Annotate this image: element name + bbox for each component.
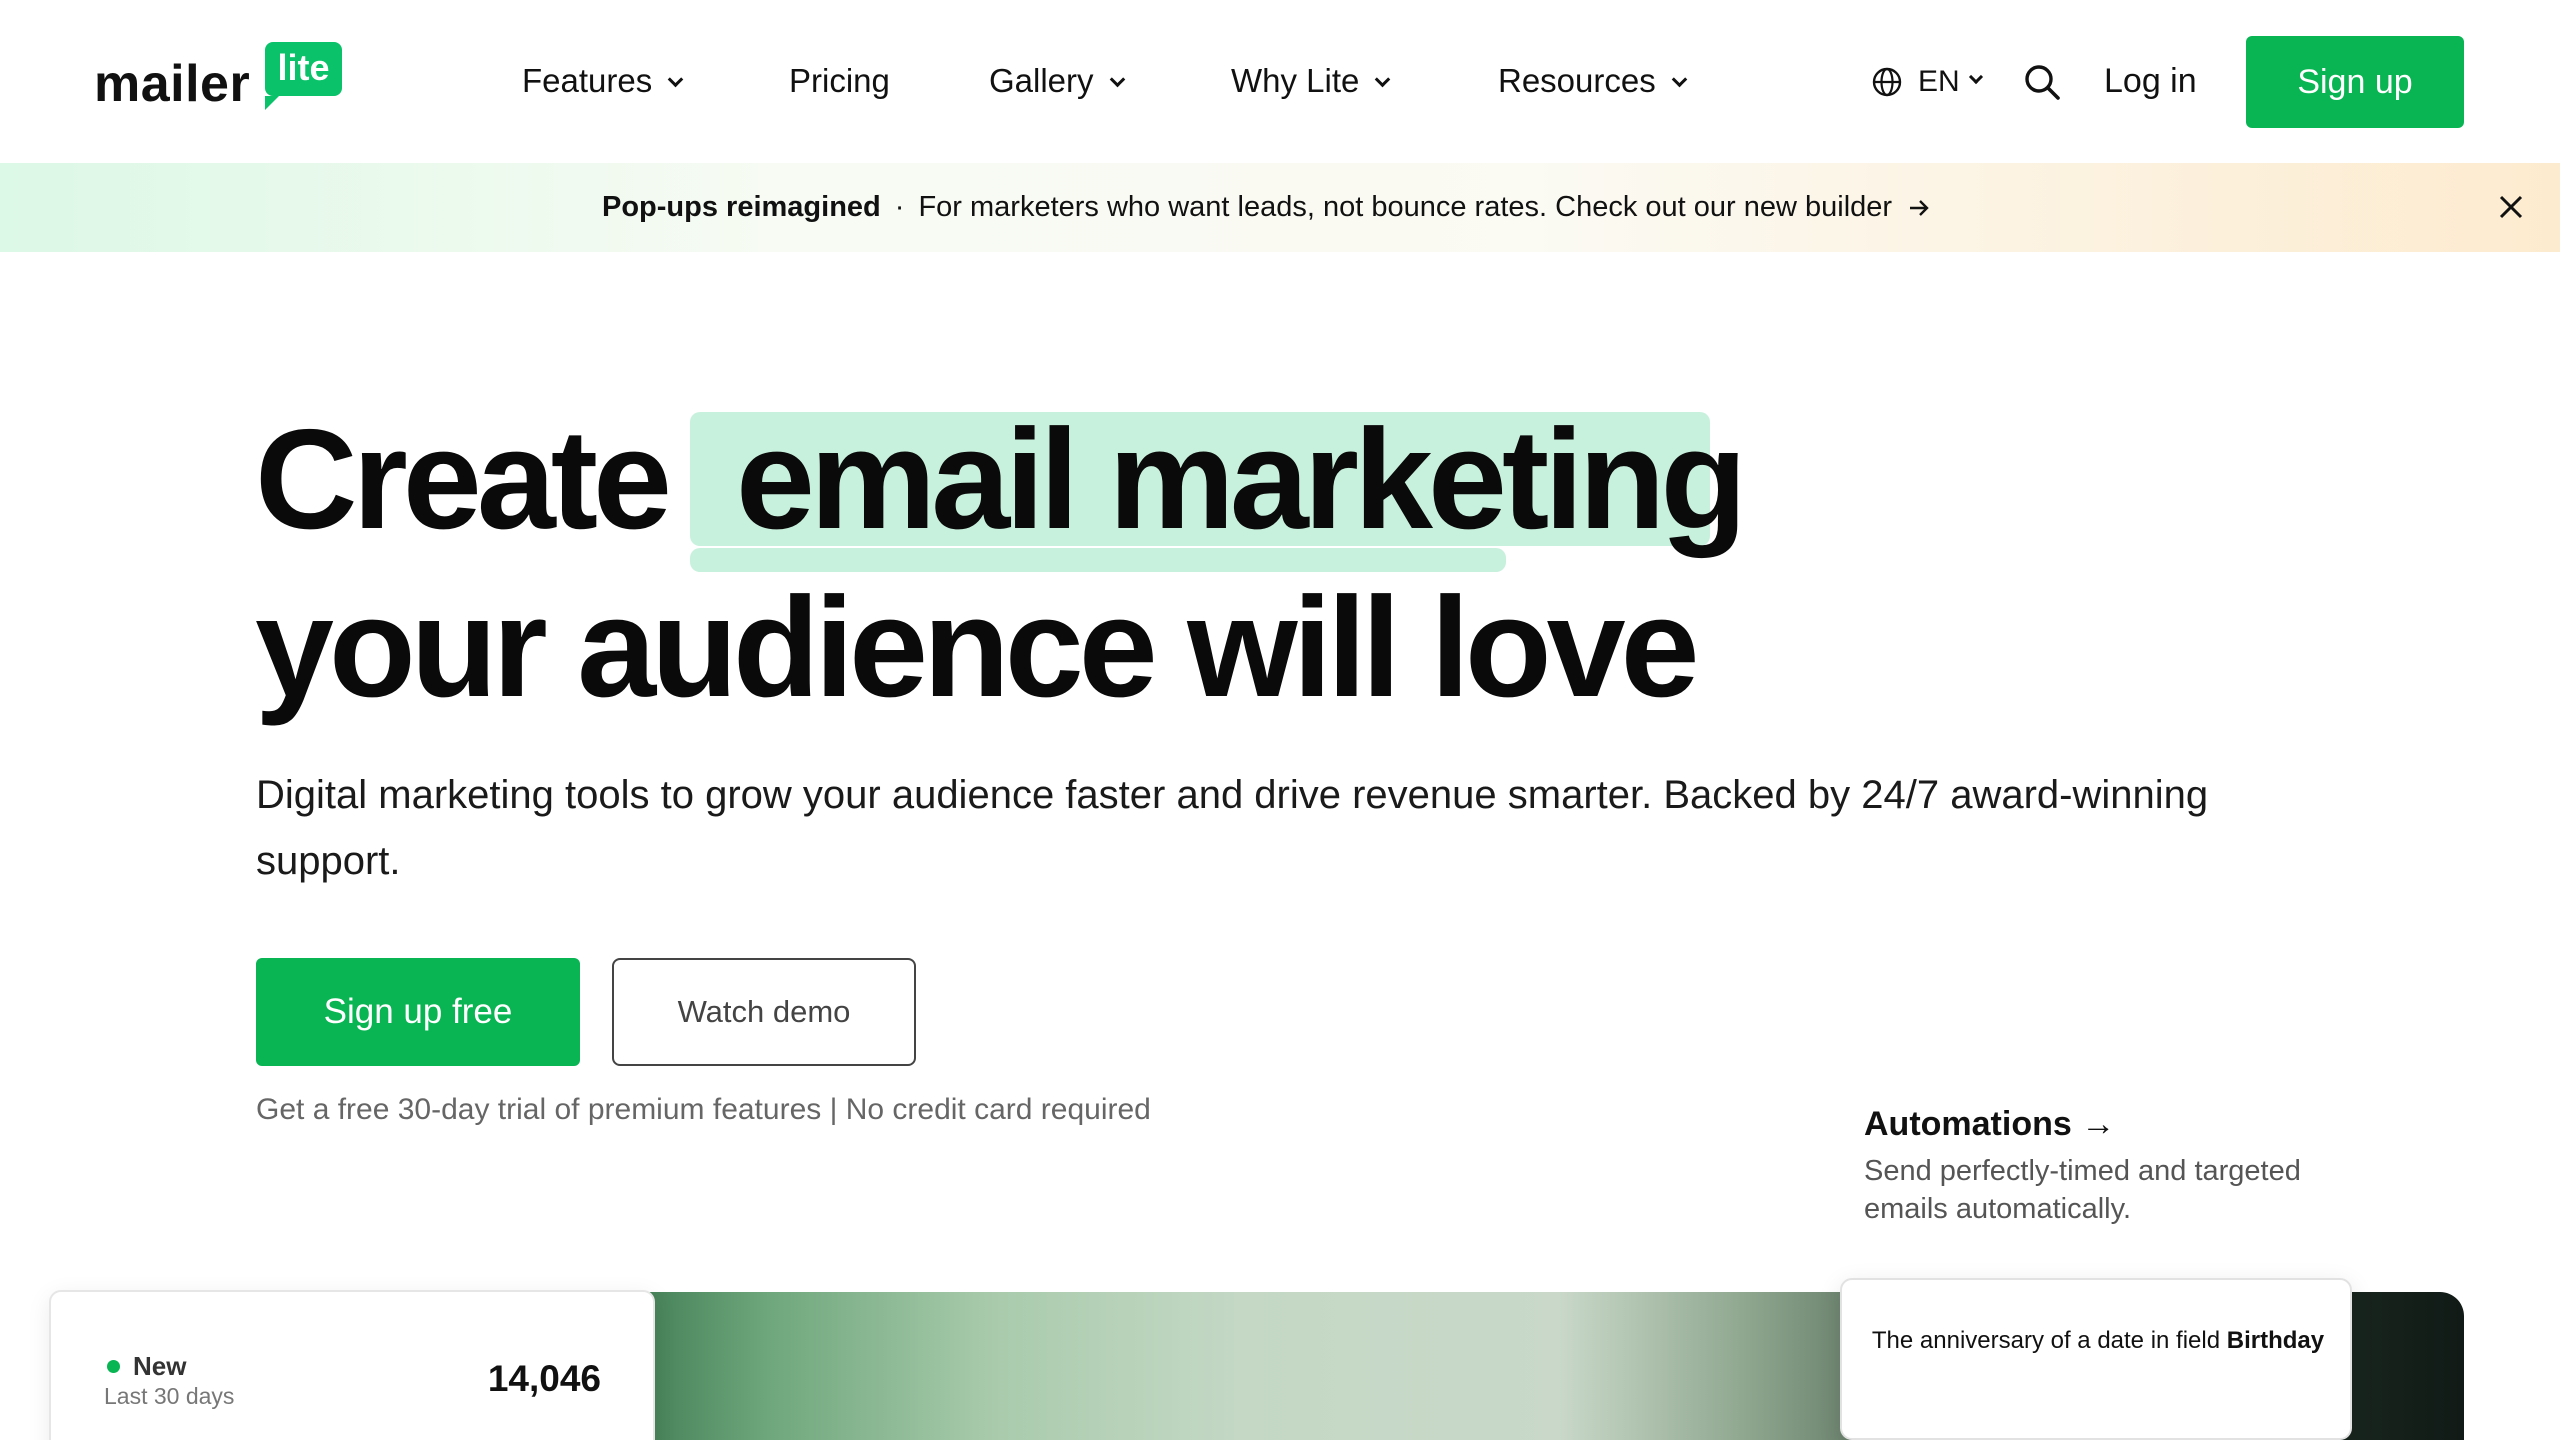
chevron-down-icon <box>1109 71 1125 88</box>
trigger-text: The anniversary of a date in field <box>1871 1327 2221 1354</box>
login-link[interactable]: Log in <box>2104 56 2197 106</box>
nav-pricing-label: Pricing <box>789 62 890 99</box>
banner-message: For marketers who want leads, not bounce… <box>918 191 1893 223</box>
nav-resources[interactable]: Resources <box>1498 56 1688 106</box>
stat-value: 14,046 <box>487 1358 601 1399</box>
globe-icon <box>1872 67 1902 97</box>
trigger-description: The anniversary of a date in field Birth… <box>1862 1326 2334 1356</box>
headline-word-create: Create <box>255 400 672 559</box>
status-dot-icon <box>107 1360 120 1373</box>
subscriber-stat-card: New Last 30 days 14,046 <box>49 1290 655 1440</box>
automations-description: Send perfectly-timed and targeted emails… <box>1864 1155 2301 1225</box>
banner-title: Pop-ups reimagined <box>602 191 881 223</box>
headline-highlight-text: email marketing <box>735 400 1747 559</box>
arrow-right-icon <box>1910 200 1929 216</box>
watch-demo-button[interactable]: Watch demo <box>612 958 916 1066</box>
nav-features[interactable]: Features <box>522 56 684 106</box>
nav-pricing[interactable]: Pricing <box>789 56 890 106</box>
headline-line-1: Create email marketing <box>255 400 1747 560</box>
chevron-down-icon <box>667 71 684 88</box>
trial-note: Get a free 30-day trial of premium featu… <box>256 1093 1151 1126</box>
hero-subtitle: Digital marketing tools to grow your aud… <box>256 773 2209 883</box>
nav-resources-label: Resources <box>1498 62 1656 99</box>
language-label: EN <box>1918 65 1960 98</box>
stat-period: Last 30 days <box>104 1383 235 1409</box>
signup-button[interactable]: Sign up <box>2246 36 2464 128</box>
promo-banner-link[interactable]: Pop-ups reimagined · For marketers who wan… <box>602 163 1930 252</box>
signup-free-button[interactable]: Sign up free <box>256 958 580 1066</box>
chevron-down-icon <box>1671 71 1688 88</box>
automation-trigger-card: The anniversary of a date in field Birth… <box>1840 1278 2352 1440</box>
chevron-down-icon <box>1375 71 1391 88</box>
headline-line-2: your audience will love <box>255 568 1700 727</box>
close-icon[interactable] <box>2498 194 2524 220</box>
nav-gallery-label: Gallery <box>989 62 1094 99</box>
trigger-field: Birthday <box>2226 1327 2325 1354</box>
search-icon[interactable] <box>2022 62 2062 102</box>
nav-why-lite[interactable]: Why Lite <box>1231 56 1391 106</box>
promo-banner: Pop-ups reimagined · For marketers who wan… <box>0 163 2560 252</box>
nav-gallery[interactable]: Gallery <box>989 56 1125 106</box>
nav-features-label: Features <box>522 62 653 99</box>
banner-separator: · <box>894 191 905 223</box>
nav-why-lite-label: Why Lite <box>1231 62 1360 99</box>
site-header: mailer lite Features Pricing Gallery Why… <box>0 0 2560 163</box>
automations-link[interactable]: Automations → <box>1864 1102 2115 1146</box>
stat-label: New <box>133 1351 187 1381</box>
